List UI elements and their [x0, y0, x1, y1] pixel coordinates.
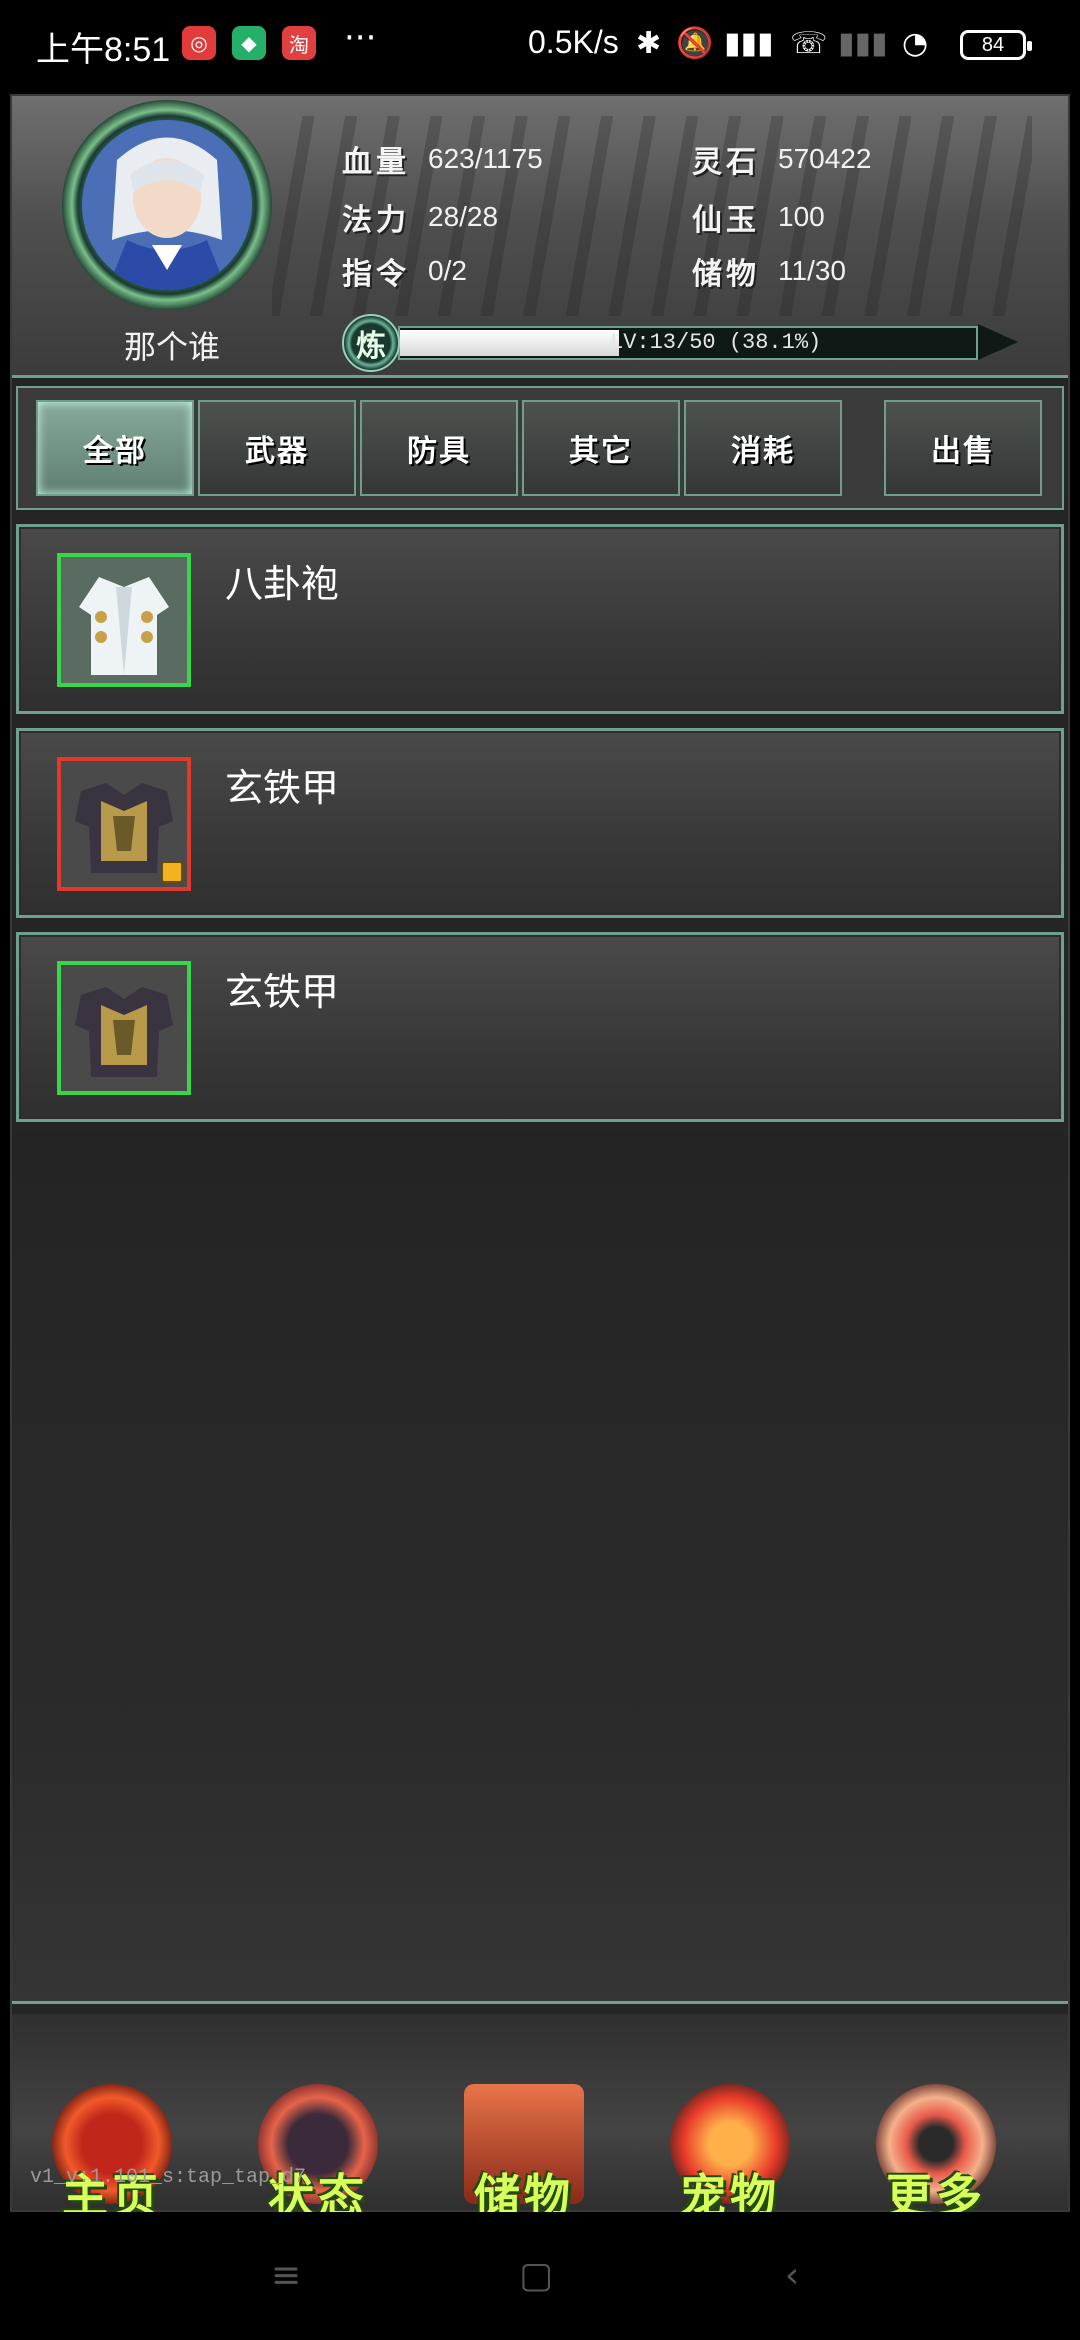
stat-value: 570422: [778, 143, 872, 174]
battery-icon: 84: [960, 30, 1032, 60]
tab-weapons[interactable]: 武器: [198, 400, 356, 496]
stat-jade: 仙玉 100: [692, 194, 825, 240]
signal-hd-icon: ▮▮▮: [724, 26, 774, 61]
tab-all[interactable]: 全部: [36, 400, 194, 496]
status-time: 上午8:51: [36, 31, 171, 69]
armor-icon: [57, 757, 191, 891]
item-name: 玄铁甲: [225, 970, 340, 1014]
stat-value: 28/28: [428, 201, 499, 232]
armor-icon: [57, 961, 191, 1095]
stat-label: 法力: [342, 203, 410, 238]
list-item[interactable]: 玄铁甲: [16, 932, 1064, 1122]
stat-label: 指令: [342, 257, 410, 292]
tab-consumables[interactable]: 消耗: [684, 400, 842, 496]
list-item[interactable]: 八卦袍: [16, 524, 1064, 714]
avatar[interactable]: [82, 120, 252, 290]
stat-value: 100: [778, 201, 825, 232]
more-notifications-icon: ···: [344, 18, 377, 58]
version-label: v1_v:1.101_s:tap_tap_d7: [30, 2166, 307, 2189]
call-off-icon: ☏: [790, 26, 828, 61]
character-portrait-icon: [82, 120, 252, 290]
stat-value: 11/30: [778, 255, 846, 286]
progress-arrow-tip: [978, 324, 1018, 360]
player-header: 那个谁 血量 623/1175 灵石 570422 法力 28/28 仙玉 10…: [12, 96, 1068, 378]
item-name: 八卦袍: [225, 562, 340, 606]
stat-value: 623/1175: [428, 143, 543, 174]
item-name: 玄铁甲: [225, 766, 340, 810]
stat-spirit-stone: 灵石 570422: [692, 136, 871, 182]
stat-label: 仙玉: [692, 203, 760, 238]
list-item[interactable]: 玄铁甲: [16, 728, 1064, 918]
app-icon-green: ◆: [232, 26, 266, 60]
refine-button[interactable]: 炼: [342, 314, 400, 372]
taobao-icon: 淘: [282, 26, 316, 60]
back-chevron-icon[interactable]: ‹: [768, 2252, 816, 2300]
wifi-icon: ◔: [902, 26, 929, 61]
category-tabs: 全部 武器 防具 其它 消耗 出售: [16, 386, 1064, 510]
lock-icon: [161, 861, 183, 883]
app-icon-red: ◎: [182, 26, 216, 60]
player-name: 那个谁: [123, 328, 220, 366]
game-screen: 那个谁 血量 623/1175 灵石 570422 法力 28/28 仙玉 10…: [10, 94, 1070, 2223]
stat-label: 储物: [692, 257, 760, 292]
sell-button[interactable]: 出售: [884, 400, 1042, 496]
level-progress: LV:13/50 (38.1%) 炼: [342, 314, 1032, 372]
stat-storage: 储物 11/30: [692, 248, 846, 294]
mute-bell-icon: 🔕: [676, 26, 714, 61]
tab-armor[interactable]: 防具: [360, 400, 518, 496]
stat-value: 0/2: [428, 255, 467, 286]
net-speed: 0.5K/s: [528, 24, 619, 60]
inventory-empty-area: [12, 1132, 1068, 2004]
stat-label: 血量: [342, 145, 410, 180]
signal-icon: ▮▮▮: [838, 26, 888, 61]
robe-icon: [57, 553, 191, 687]
home-square-icon[interactable]: ▢: [512, 2252, 560, 2300]
tab-other[interactable]: 其它: [522, 400, 680, 496]
status-bar: 上午8:51 ◎ ◆ 淘 ··· 0.5K/s ✱ 🔕 ▮▮▮ ☏ ▮▮▮ ◔ …: [0, 0, 1080, 92]
stat-commands: 指令 0/2: [342, 248, 467, 294]
level-progress-fill: [400, 330, 620, 356]
stat-hp: 血量 623/1175: [342, 136, 543, 182]
level-text: LV:13/50 (38.1%): [610, 330, 822, 355]
system-nav-bar: ≡ ▢ ‹: [0, 2212, 1080, 2340]
stat-mana: 法力 28/28: [342, 194, 498, 240]
level-progress-track: LV:13/50 (38.1%): [398, 326, 978, 360]
menu-icon[interactable]: ≡: [262, 2252, 310, 2300]
bluetooth-icon: ✱: [636, 26, 662, 61]
stat-label: 灵石: [692, 145, 760, 180]
